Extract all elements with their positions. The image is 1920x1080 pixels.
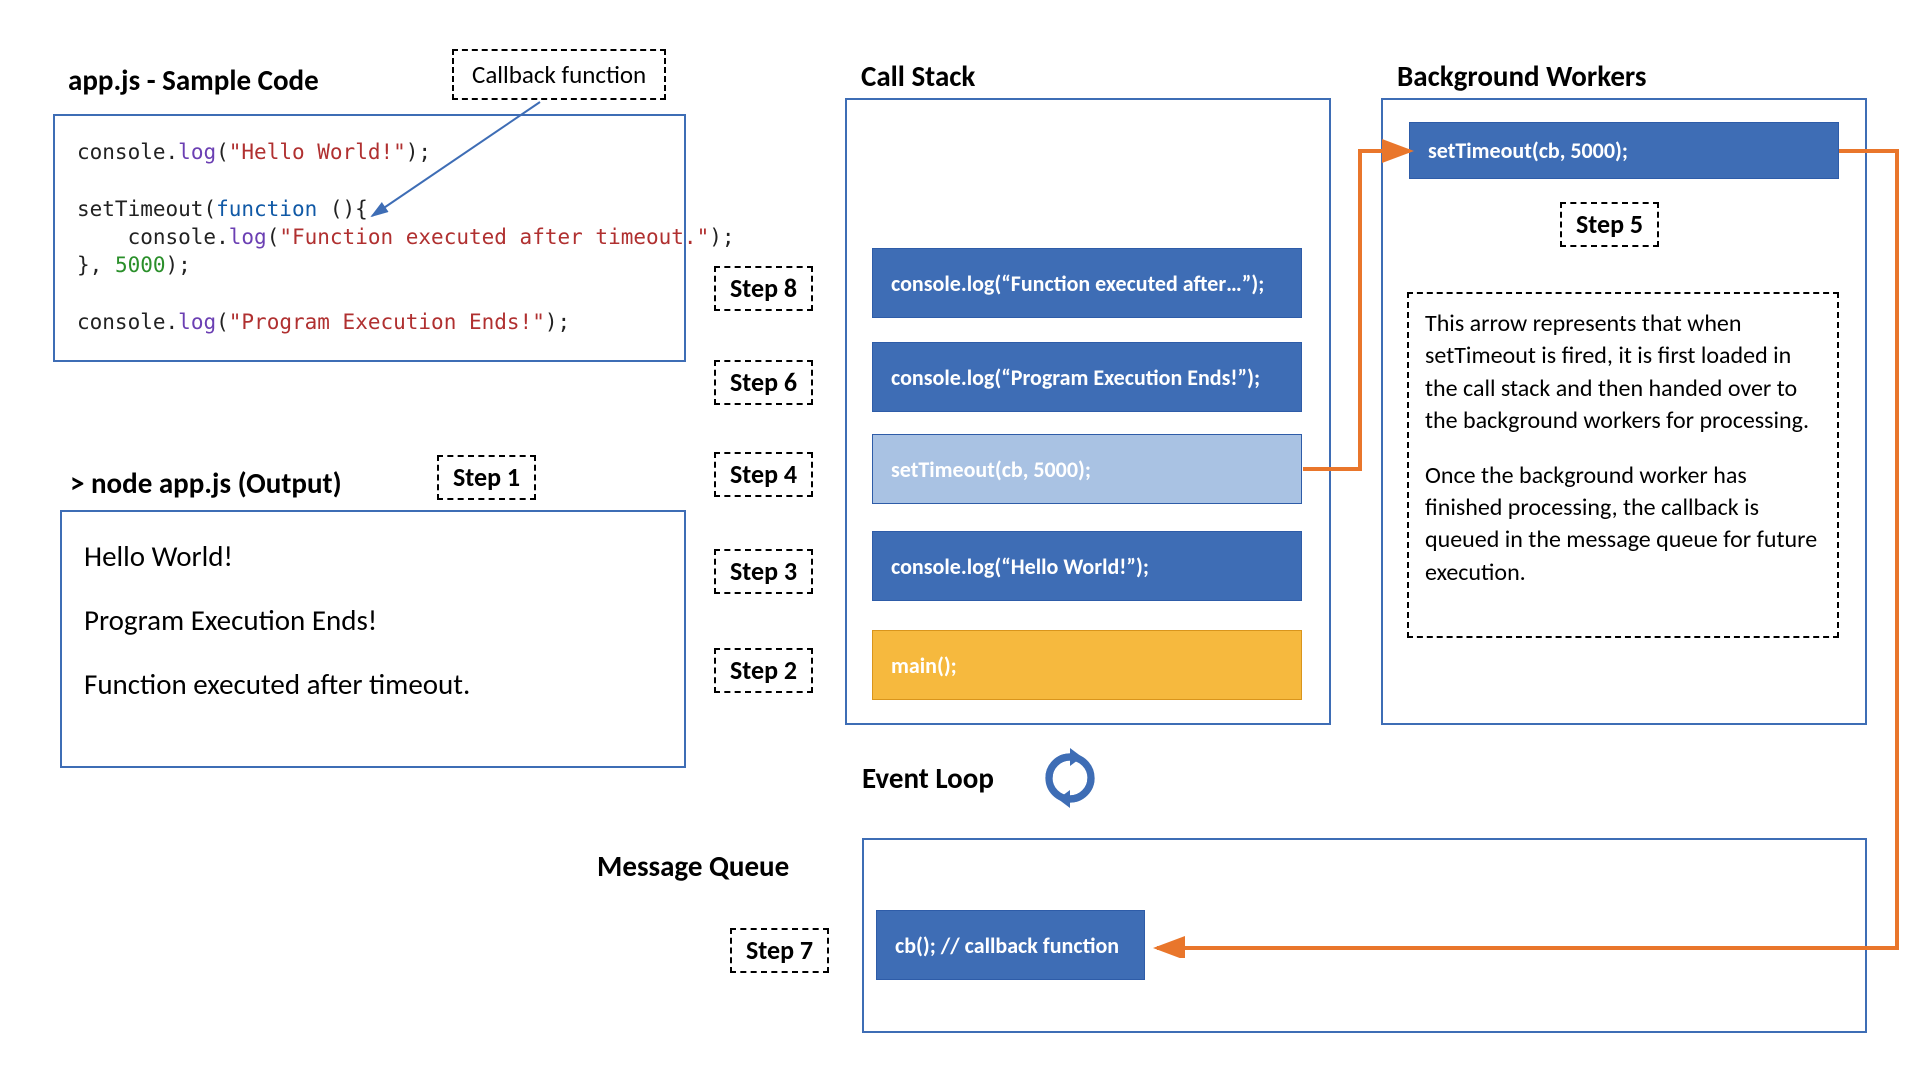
arrow-callback-to-function (340, 98, 570, 228)
step-3-label: Step 3 (714, 549, 813, 594)
step-8-label: Step 8 (714, 266, 813, 311)
step-2-label: Step 2 (714, 648, 813, 693)
output-title: > node app.js (Output) (70, 465, 342, 501)
code-title: app.js - Sample Code (68, 62, 319, 98)
step-7-label: Step 7 (730, 928, 829, 973)
msgqueue-title: Message Queue (597, 848, 789, 884)
eventloop-title: Event Loop (862, 760, 994, 796)
output-line-3: Function executed after timeout. (84, 666, 662, 702)
output-box: Hello World! Program Execution Ends! Fun… (60, 510, 686, 768)
code-line-5: console.log("Program Execution Ends!"); (77, 308, 666, 336)
output-line-1: Hello World! (84, 538, 662, 574)
step-6-label: Step 6 (714, 360, 813, 405)
arrow-bgworker-to-mq (1145, 148, 1905, 958)
callstack-title: Call Stack (861, 58, 975, 94)
bgworkers-title: Background Workers (1397, 58, 1646, 94)
step-4-label: Step 4 (714, 452, 813, 497)
code-line-4: }, 5000); (77, 251, 666, 279)
output-line-2: Program Execution Ends! (84, 602, 662, 638)
event-loop-refresh-icon (1040, 748, 1100, 808)
callback-function-label: Callback function (452, 49, 666, 100)
msgqueue-frame: cb(); // callback function (876, 910, 1145, 980)
step-1-label: Step 1 (437, 455, 536, 500)
